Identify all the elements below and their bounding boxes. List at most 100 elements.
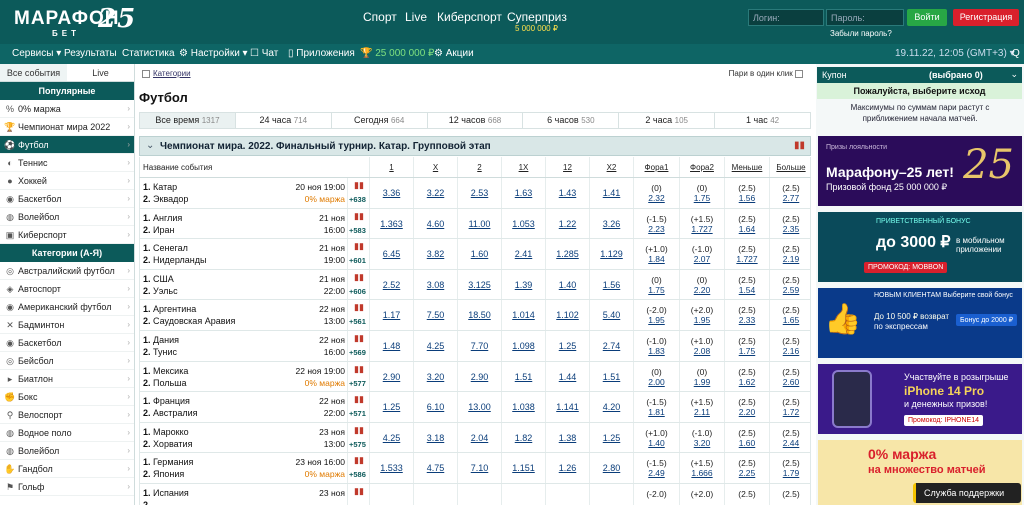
sidebar-item-cats-2[interactable]: ◉ Американский футбол › [0, 298, 134, 316]
odds-cell[interactable]: 11.00 [457, 208, 501, 239]
odds-cell[interactable]: 1.22 [545, 208, 589, 239]
odds-cell-line[interactable]: (2.5) 1.64 [724, 208, 769, 239]
stats-icon[interactable]: ▮▮ [354, 241, 364, 252]
odds-cell[interactable]: 1.44 [545, 361, 589, 392]
stats-icon[interactable]: ▮▮ [794, 140, 805, 151]
banner-iphone[interactable]: Участвуйте в розыгрыше iPhone 14 Pro и д… [818, 364, 1022, 434]
register-button[interactable]: Регистрация [953, 9, 1019, 26]
more-markets-count[interactable]: +601 [349, 256, 366, 265]
odds-cell[interactable]: 13.00 [457, 392, 501, 422]
odds-cell[interactable]: 7.10 [457, 453, 501, 483]
sidebar-item-popular-0[interactable]: % 0% маржа › [0, 100, 134, 118]
odds-cell[interactable]: 1.25 [545, 330, 589, 361]
sidebar-item-cats-12[interactable]: ⚑ Гольф › [0, 478, 134, 496]
column-header[interactable]: Фора2 [679, 157, 724, 177]
odds-cell-line[interactable]: (2.5) [769, 483, 812, 505]
odds-cell[interactable]: 4.25 [369, 422, 413, 453]
odds-cell-line[interactable]: (2.5) 1.62 [724, 361, 769, 392]
odds-cell-line[interactable]: (2.5) 2.60 [769, 361, 812, 392]
odds-cell-line[interactable]: (2.5) 2.77 [769, 178, 812, 208]
odds-cell[interactable]: 1.51 [589, 361, 633, 392]
odds-cell-line[interactable]: (-1.5) 2.23 [633, 208, 679, 239]
odds-cell-line[interactable]: (0) 2.20 [679, 269, 724, 300]
tab-all-events[interactable]: Все события [0, 64, 67, 81]
odds-cell[interactable]: 4.25 [413, 330, 457, 361]
column-header[interactable]: 1 [369, 157, 413, 177]
odds-cell[interactable] [589, 483, 633, 505]
column-header[interactable]: Меньше [724, 157, 769, 177]
odds-cell[interactable]: 4.60 [413, 208, 457, 239]
odds-cell[interactable]: 3.36 [369, 178, 413, 208]
nav-esports[interactable]: Киберспорт [437, 10, 502, 24]
odds-cell[interactable]: 1.363 [369, 208, 413, 239]
tab-live[interactable]: Live [67, 64, 134, 81]
odds-cell[interactable]: 1.102 [545, 300, 589, 330]
match-stats[interactable]: ▮▮ +583 [347, 208, 369, 239]
odds-cell[interactable]: 1.151 [501, 453, 545, 483]
sidebar-item-popular-7[interactable]: ▣ Киберспорт › [0, 226, 134, 244]
odds-cell-line[interactable]: (2.5) 1.79 [769, 453, 812, 483]
odds-cell[interactable]: 1.43 [545, 178, 589, 208]
column-header[interactable]: X [413, 157, 457, 177]
odds-cell[interactable]: 3.20 [413, 361, 457, 392]
odds-cell[interactable]: 2.41 [501, 239, 545, 269]
sidebar-item-popular-1[interactable]: 🏆 Чемпионат мира 2022 › [0, 118, 134, 136]
banner-new-clients[interactable]: НОВЫМ КЛИЕНТАМ Выберите свой бонус До 10… [818, 288, 1022, 358]
period-tab-0[interactable]: Все время 1317 [140, 113, 236, 128]
login-input[interactable]: Логин: [748, 9, 824, 26]
odds-cell[interactable] [501, 483, 545, 505]
more-markets-count[interactable]: +569 [349, 348, 366, 357]
more-markets-count[interactable]: +571 [349, 409, 366, 418]
odds-cell-line[interactable]: (+2.0) [679, 483, 724, 505]
odds-cell[interactable]: 1.51 [501, 361, 545, 392]
odds-cell[interactable]: 1.098 [501, 330, 545, 361]
odds-cell[interactable]: 6.45 [369, 239, 413, 269]
odds-cell-line[interactable]: (2.5) 1.727 [724, 239, 769, 269]
search-icon[interactable]: Q [1012, 48, 1020, 59]
match-stats[interactable]: ▮▮ +638 [347, 178, 369, 208]
odds-cell-line[interactable]: (-2.0) [633, 483, 679, 505]
stats-icon[interactable]: ▮▮ [354, 180, 364, 191]
event-group-header[interactable]: ⌄ Чемпионат мира. 2022. Финальный турнир… [139, 136, 811, 156]
menu-promo[interactable]: ⚙ Акции [434, 48, 474, 59]
odds-cell[interactable]: 4.75 [413, 453, 457, 483]
odds-cell[interactable]: 2.80 [589, 453, 633, 483]
odds-cell-line[interactable]: (+1.0) 1.40 [633, 422, 679, 453]
sidebar-item-cats-7[interactable]: ✊ Бокс › [0, 388, 134, 406]
sidebar-item-popular-2[interactable]: ⚽ Футбол › [0, 136, 134, 154]
sidebar-item-cats-0[interactable]: ◎ Австралийский футбол › [0, 262, 134, 280]
nav-sport[interactable]: Спорт [363, 10, 397, 24]
match-stats[interactable]: ▮▮ +575 [347, 422, 369, 453]
odds-cell[interactable]: 2.53 [457, 178, 501, 208]
odds-cell-line[interactable]: (-2.0) 1.95 [633, 300, 679, 330]
menu-apps[interactable]: ▯ Приложения [288, 48, 355, 59]
sidebar-item-popular-4[interactable]: ● Хоккей › [0, 172, 134, 190]
sidebar-item-cats-6[interactable]: ▸ Биатлон › [0, 370, 134, 388]
match-stats[interactable]: ▮▮ +577 [347, 361, 369, 392]
menu-settings[interactable]: ⚙ Настройки ▾ [179, 48, 248, 59]
one-click-checkbox[interactable] [795, 69, 803, 78]
odds-cell[interactable]: 2.52 [369, 269, 413, 300]
stats-icon[interactable]: ▮▮ [354, 394, 364, 405]
stats-icon[interactable]: ▮▮ [354, 486, 364, 497]
column-header[interactable]: X2 [589, 157, 633, 177]
odds-cell[interactable]: 1.141 [545, 392, 589, 422]
odds-cell-line[interactable]: (2.5) 2.16 [769, 330, 812, 361]
odds-cell[interactable]: 2.90 [457, 361, 501, 392]
column-header[interactable]: Фора1 [633, 157, 679, 177]
match-stats[interactable]: ▮▮ +586 [347, 453, 369, 483]
odds-cell[interactable]: 1.56 [589, 269, 633, 300]
menu-results[interactable]: Результаты [64, 48, 117, 59]
odds-cell-line[interactable]: (+1.5) 2.11 [679, 392, 724, 422]
odds-cell[interactable]: 3.82 [413, 239, 457, 269]
column-header[interactable]: 2 [457, 157, 501, 177]
sidebar-item-cats-5[interactable]: ◎ Бейсбол › [0, 352, 134, 370]
login-button[interactable]: Войти [907, 9, 947, 26]
odds-cell[interactable]: 3.26 [589, 208, 633, 239]
match-stats[interactable]: ▮▮ +569 [347, 330, 369, 361]
sidebar-item-popular-3[interactable]: ◐ Теннис › [0, 154, 134, 172]
odds-cell[interactable]: 1.38 [545, 422, 589, 453]
odds-cell-line[interactable]: (2.5) 2.59 [769, 269, 812, 300]
menu-services[interactable]: Сервисы ▾ [12, 48, 61, 59]
odds-cell-line[interactable]: (0) 2.32 [633, 178, 679, 208]
